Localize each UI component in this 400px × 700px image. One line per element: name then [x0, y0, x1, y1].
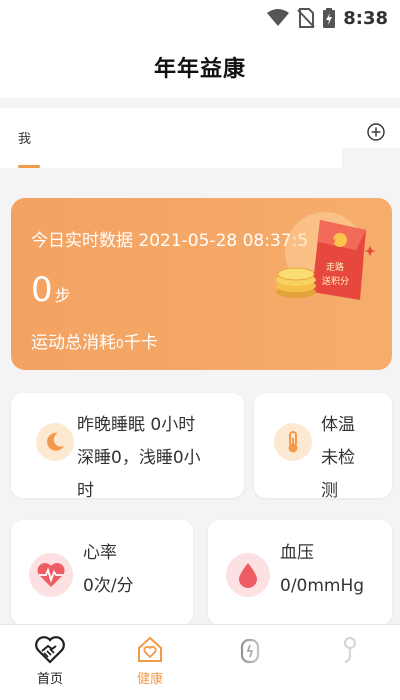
calories-display: 运动总消耗0千卡: [31, 328, 158, 353]
reward-line1: 走路: [326, 261, 344, 273]
wifi-icon: [267, 9, 290, 26]
moon-icon: [47, 432, 64, 451]
calories-unit: 千卡: [123, 333, 158, 353]
plus-circle-icon[interactable]: [366, 122, 386, 142]
temperature-text: 体温 未检 测: [321, 409, 381, 508]
bottom-nav: 首页 健康: [0, 624, 400, 700]
page-title: 年年益康: [153, 57, 246, 82]
app-header: 年年益康: [0, 36, 400, 98]
temperature-line1: 体温: [321, 415, 355, 435]
steps-unit: 步: [54, 286, 71, 305]
status-time: 8:38: [343, 7, 388, 29]
thermometer-icon: [288, 431, 298, 453]
sleep-card[interactable]: 昨晚睡眠 0小时 深睡0，浅睡0小 时: [11, 393, 244, 501]
red-envelope-coins-icon[interactable]: ¥ 走路 送积分: [270, 210, 380, 310]
heart-rate-text: 心率 0次/分: [83, 537, 183, 603]
realtime-title: 今日实时数据 2021-05-28 08:37:5: [31, 231, 309, 251]
heart-rate-card[interactable]: 心率 0次/分: [11, 520, 193, 625]
temperature-line3: 测: [321, 481, 338, 501]
heart-pulse-icon: [37, 563, 65, 587]
status-bar: 8:38: [0, 0, 400, 36]
tab-active-indicator: [18, 165, 40, 168]
heart-rate-icon-badge: [29, 553, 73, 597]
steps-value: 0: [31, 270, 53, 310]
person-icon: [343, 636, 357, 664]
sleep-line1: 昨晚睡眠 0小时: [77, 415, 196, 435]
watch-icon: [240, 638, 260, 664]
blood-pressure-value: 0/0mmHg: [280, 576, 365, 596]
heart-rate-value: 0次/分: [83, 576, 134, 596]
svg-text:¥: ¥: [332, 238, 336, 245]
heart-handshake-icon: [35, 636, 65, 664]
nav-profile[interactable]: [300, 625, 400, 700]
sleep-text: 昨晚睡眠 0小时 深睡0，浅睡0小 时: [77, 409, 237, 508]
member-tab-strip: 我: [0, 108, 400, 168]
no-sim-icon: [297, 8, 315, 28]
nav-home[interactable]: 首页: [0, 625, 100, 700]
blood-drop-icon: [239, 563, 257, 588]
tab-me[interactable]: 我: [18, 128, 31, 147]
heart-rate-label: 心率: [83, 543, 117, 563]
temperature-icon-badge: [274, 423, 312, 461]
blood-pressure-card[interactable]: 血压 0/0mmHg: [208, 520, 392, 625]
sleep-icon-badge: [36, 423, 74, 461]
nav-health[interactable]: 健康: [100, 625, 200, 700]
sleep-line3: 时: [77, 481, 94, 501]
calories-value: 0: [116, 337, 124, 351]
health-house-icon: [138, 636, 162, 662]
tab-strip-edge: [342, 148, 400, 168]
realtime-data-card[interactable]: 今日实时数据 2021-05-28 08:37:5 0 步 运动总消耗0千卡 ¥…: [11, 198, 392, 370]
sleep-line2: 深睡0，浅睡0小: [77, 448, 201, 468]
battery-charging-icon: [323, 8, 336, 28]
blood-pressure-text: 血压 0/0mmHg: [280, 537, 390, 603]
nav-home-label: 首页: [36, 672, 63, 687]
temperature-card[interactable]: 体温 未检 测: [254, 393, 392, 501]
nav-health-label: 健康: [136, 672, 163, 687]
reward-line2: 送积分: [322, 275, 349, 287]
blood-pressure-icon-badge: [226, 553, 270, 597]
calories-prefix: 运动总消耗: [31, 333, 116, 353]
temperature-line2: 未检: [321, 448, 355, 468]
steps-display: 0 步: [31, 270, 71, 310]
blood-pressure-label: 血压: [280, 543, 314, 563]
nav-device[interactable]: [200, 625, 300, 700]
